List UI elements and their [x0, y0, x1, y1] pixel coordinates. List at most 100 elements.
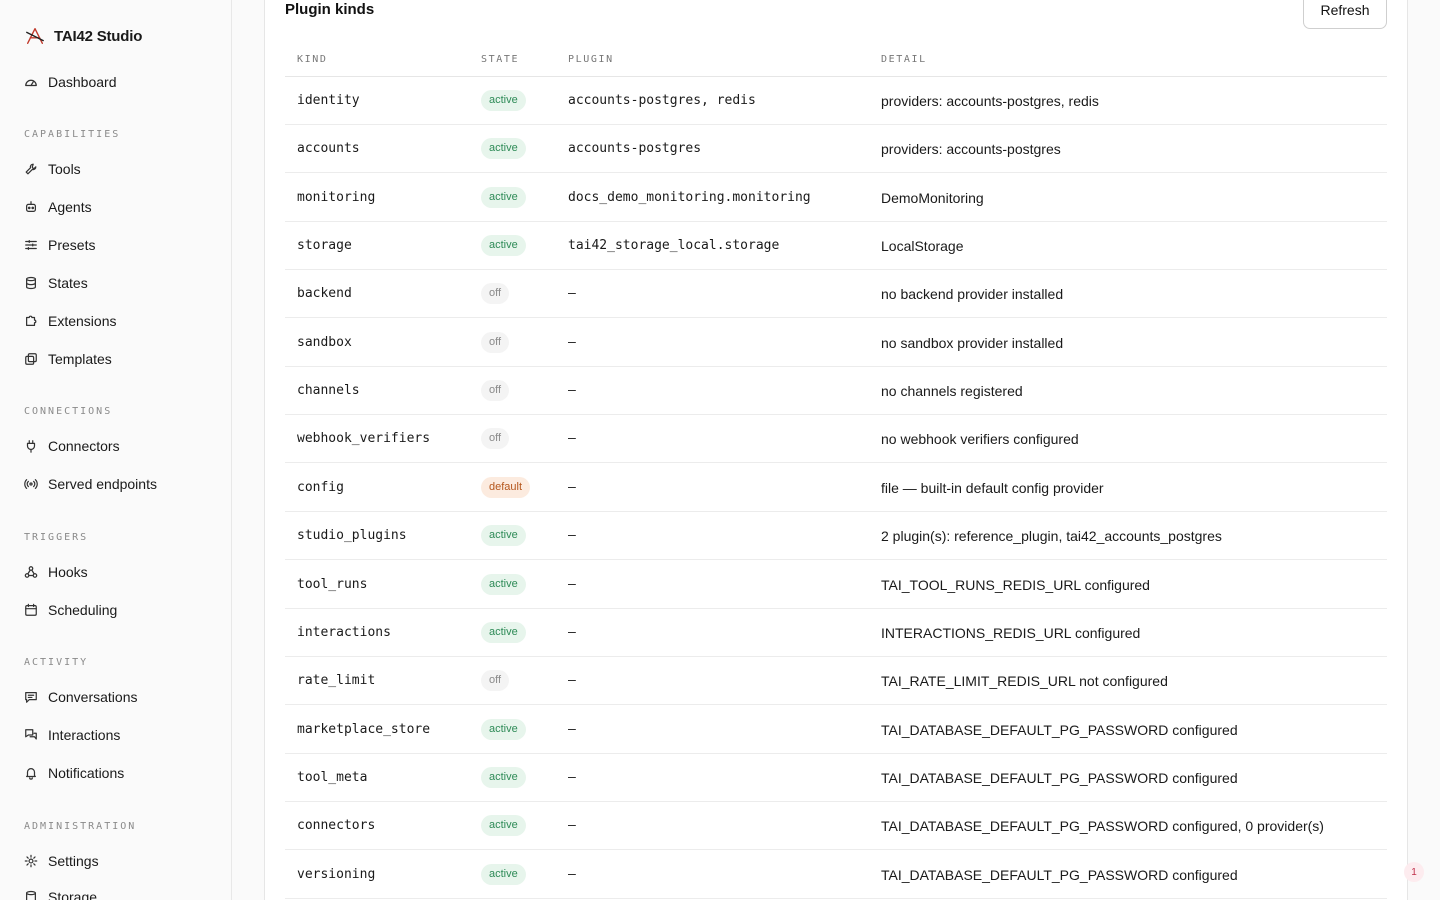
status-badge: active: [481, 186, 526, 208]
sidebar-item-label: Extensions: [48, 313, 117, 329]
cell-detail: no channels registered: [881, 383, 1023, 400]
cell-plugin: –: [568, 624, 576, 640]
cell-plugin: accounts-postgres, redis: [568, 93, 756, 108]
status-badge: active: [481, 138, 526, 160]
table-row[interactable]: accounts active accounts-postgres providers…: [285, 125, 1387, 174]
cell-state: active: [481, 718, 526, 740]
table-row[interactable]: identity active accounts-postgres, redis pr…: [285, 77, 1387, 125]
cell-kind: accounts: [297, 141, 360, 157]
table-row[interactable]: webhook_verifiers off – no webhook verifier…: [285, 415, 1387, 464]
sidebar-item-states[interactable]: States: [24, 271, 88, 295]
robot-icon: [24, 200, 38, 214]
cell-kind: channels: [297, 383, 360, 399]
plug-icon: [24, 439, 38, 453]
table-row[interactable]: connectors active – TAI_DATABASE_DEFAULT_PG…: [285, 802, 1387, 851]
table-row[interactable]: channels off – no channels registered: [285, 367, 1387, 416]
sidebar-item-connectors[interactable]: Connectors: [24, 434, 120, 458]
bell-icon: [24, 766, 38, 780]
section-label-capabilities: CAPABILITIES: [24, 129, 121, 140]
message-icon: [24, 690, 38, 704]
gauge-icon: [24, 75, 38, 89]
cell-detail: TAI_TOOL_RUNS_REDIS_URL configured: [881, 576, 1150, 593]
chat-bubbles-icon: [24, 728, 38, 742]
cell-state: active: [481, 573, 526, 595]
notification-count-badge[interactable]: 1: [1404, 862, 1424, 882]
sidebar-item-label: Conversations: [48, 689, 138, 705]
sidebar-item-scheduling[interactable]: Scheduling: [24, 598, 117, 622]
cell-state: off: [481, 283, 510, 305]
table-row[interactable]: marketplace_store active – TAI_DATABASE_DEF…: [285, 706, 1387, 754]
status-badge: active: [481, 766, 526, 788]
cell-detail: no webhook verifiers configured: [881, 431, 1079, 448]
sidebar-item-label: Agents: [48, 199, 92, 215]
sidebar-item-notifications[interactable]: Notifications: [24, 761, 124, 785]
sidebar-item-settings[interactable]: Settings: [24, 849, 99, 873]
sidebar-item-label: Dashboard: [48, 74, 117, 90]
sidebar-item-label: Hooks: [48, 564, 88, 580]
section-label-triggers: TRIGGERS: [24, 532, 89, 543]
cell-kind: sandbox: [297, 334, 352, 350]
cell-kind: studio_plugins: [297, 528, 407, 544]
cell-state: active: [481, 138, 526, 160]
table-row[interactable]: config default – file — built-in default co…: [285, 464, 1387, 512]
brand-name: TAI42 Studio: [54, 27, 143, 45]
cell-state: off: [481, 380, 510, 402]
webhook-icon: [24, 565, 38, 579]
status-badge: active: [481, 573, 526, 595]
table-row[interactable]: backend off – no backend provider installed: [285, 270, 1387, 319]
cell-plugin: accounts-postgres: [568, 141, 702, 157]
table-row[interactable]: storage active tai42_storage_local.storage…: [285, 222, 1387, 271]
refresh-button[interactable]: Refresh: [1303, 0, 1387, 29]
sidebar-item-extensions[interactable]: Extensions: [24, 309, 116, 333]
table-row[interactable]: interactions active – INTERACTIONS_REDIS_UR…: [285, 609, 1387, 657]
sidebar-item-agents[interactable]: Agents: [24, 195, 92, 219]
table-row[interactable]: tool_runs active – TAI_TOOL_RUNS_REDIS_URL …: [285, 561, 1387, 609]
cell-kind: webhook_verifiers: [297, 431, 431, 447]
main-content: Plugin kinds Refresh KIND STATE PLUGIN D…: [232, 0, 1440, 900]
calendar-icon: [24, 603, 38, 617]
cell-kind: marketplace_store: [297, 721, 431, 737]
sidebar-item-conversations[interactable]: Conversations: [24, 685, 138, 709]
puzzle-icon: [24, 314, 38, 328]
sidebar-item-presets[interactable]: Presets: [24, 233, 95, 257]
database-icon: [24, 276, 38, 290]
cell-state: active: [481, 186, 526, 208]
sidebar-item-storage[interactable]: Storage: [24, 885, 97, 900]
sidebar-item-label: Presets: [48, 237, 96, 253]
table-row[interactable]: versioning active – TAI_DATABASE_DEFAULT_PG…: [285, 851, 1387, 899]
table-row[interactable]: rate_limit off – TAI_RATE_LIMIT_REDIS_URL n…: [285, 657, 1387, 706]
table-row[interactable]: monitoring active docs_demo_monitoring.mon…: [285, 174, 1387, 222]
broadcast-icon: [24, 477, 38, 491]
cell-state: active: [481, 235, 526, 257]
table-row[interactable]: sandbox off – no sandbox provider installed: [285, 319, 1387, 367]
status-badge: active: [481, 235, 526, 257]
cell-detail: TAI_DATABASE_DEFAULT_PG_PASSWORD configu…: [881, 721, 1238, 738]
logo-icon: [24, 25, 46, 47]
database-icon: [24, 890, 38, 900]
sidebar-item-templates[interactable]: Templates: [24, 347, 112, 371]
sidebar-item-served-endpoints[interactable]: Served endpoints: [24, 472, 157, 496]
cell-state: active: [481, 90, 526, 111]
cell-state: off: [481, 331, 510, 353]
cell-plugin: –: [568, 479, 576, 495]
panel-title: Plugin kinds: [285, 1, 375, 18]
cell-detail: DemoMonitoring: [881, 189, 984, 206]
sidebar-item-hooks[interactable]: Hooks: [24, 560, 88, 584]
brand[interactable]: TAI42 Studio: [24, 24, 142, 48]
cell-plugin: –: [568, 383, 576, 399]
plugin-kinds-panel: Plugin kinds Refresh KIND STATE PLUGIN D…: [264, 0, 1408, 900]
cell-detail: no backend provider installed: [881, 286, 1064, 303]
cell-detail: 2 plugin(s): reference_plugin, tai42_acc…: [881, 528, 1222, 545]
cell-detail: providers: accounts-postgres, redis: [881, 93, 1099, 109]
status-badge: default: [481, 476, 531, 498]
sidebar-item-dashboard[interactable]: Dashboard: [24, 70, 117, 94]
sidebar-item-tools[interactable]: Tools: [24, 157, 81, 181]
table-row[interactable]: tool_meta active – TAI_DATABASE_DEFAULT_PG_…: [285, 754, 1387, 802]
sidebar-item-interactions[interactable]: Interactions: [24, 723, 120, 747]
cell-detail: providers: accounts-postgres: [881, 141, 1061, 158]
cell-kind: versioning: [297, 866, 376, 882]
table-row[interactable]: studio_plugins active – 2 plugin(s): refere…: [285, 512, 1387, 561]
cell-detail: TAI_RATE_LIMIT_REDIS_URL not configured: [881, 673, 1168, 690]
status-badge: off: [481, 331, 510, 353]
cell-plugin: –: [568, 576, 576, 592]
